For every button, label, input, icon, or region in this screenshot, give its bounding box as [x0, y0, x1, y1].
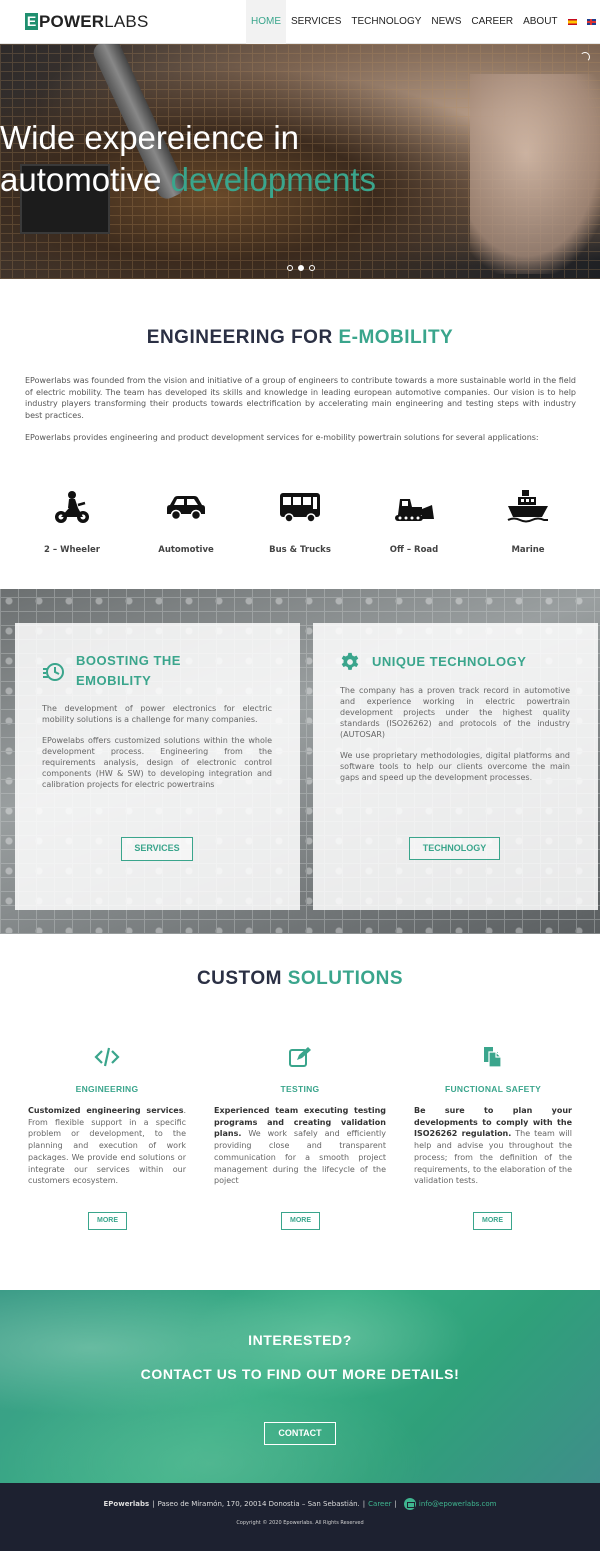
hero-hand-image — [470, 74, 600, 274]
logo-mark: E — [25, 13, 38, 30]
more-button-engineering[interactable]: MORE — [88, 1212, 127, 1230]
bus-icon — [280, 493, 320, 523]
solution-heading: TESTING — [280, 1084, 320, 1094]
solution-engineering: ENGINEERING Customized engineering servi… — [28, 1046, 186, 1187]
logo-text-light: LABS — [104, 12, 149, 31]
features-section: BOOSTING THE EMOBILITY The development o… — [0, 589, 600, 934]
application-off-road: Off – Road — [357, 487, 471, 555]
footer-email-link[interactable]: info@epowerlabs.com — [419, 1500, 497, 1508]
nav-home[interactable]: HOME — [246, 0, 286, 44]
application-label: Off – Road — [389, 545, 439, 555]
solution-heading: FUNCTIONAL SAFETY — [444, 1084, 542, 1094]
contact-band — [0, 1290, 600, 1483]
solution-functional-safety: FUNCTIONAL SAFETY Be sure to plan your d… — [414, 1046, 572, 1187]
application-label: 2 – Wheeler — [44, 545, 100, 555]
contact-button[interactable]: CONTACT — [264, 1422, 336, 1445]
footer-address: Paseo de Miramón, 170, 20014 Donostia – … — [157, 1500, 360, 1508]
slider-dot-3[interactable] — [309, 265, 315, 271]
footer-career-link[interactable]: Career — [368, 1500, 391, 1508]
hero-title-accent: developments — [170, 161, 377, 198]
application-label: Bus & Trucks — [269, 545, 331, 555]
engineering-paragraph-2: EPowerlabs provides engineering and prod… — [25, 433, 539, 442]
gear-icon — [341, 652, 359, 670]
application-2-wheeler: 2 – Wheeler — [15, 487, 129, 555]
ship-icon — [507, 490, 548, 523]
site-footer: EPowerlabs | Paseo de Miramón, 170, 2001… — [0, 1483, 600, 1551]
feature-title: BOOSTING THE EMOBILITY — [76, 653, 181, 688]
feature-text: The company has a proven track record in… — [340, 686, 570, 782]
feature-box-technology: UNIQUE TECHNOLOGY The company has a prov… — [313, 623, 598, 910]
hero-title-line1: Wide expereience in — [0, 119, 299, 156]
nav-news[interactable]: NEWS — [426, 0, 466, 44]
keyboard-hands-background — [0, 1290, 600, 1483]
feature-text: The development of power electronics for… — [42, 704, 272, 789]
documents-icon — [484, 1047, 502, 1068]
contact-headline-1: INTERESTED? — [248, 1332, 352, 1348]
solution-text: Be sure to plan your developments to com… — [414, 1106, 572, 1186]
slider-dot-1[interactable] — [287, 265, 293, 271]
site-header: E POWERLABS HOME SERVICES TECHNOLOGY NEW… — [0, 0, 600, 44]
contact-headline-2: CONTACT US TO FIND OUT MORE DETAILS! — [140, 1366, 460, 1382]
application-automotive: Automotive — [129, 487, 243, 555]
solution-heading: ENGINEERING — [75, 1084, 139, 1094]
logo-text-bold: POWER — [39, 12, 105, 31]
engineering-title: ENGINEERING FOR E-MOBILITY — [146, 327, 454, 348]
technology-button[interactable]: TECHNOLOGY — [409, 837, 500, 860]
slider-dot-2[interactable] — [298, 265, 304, 271]
history-clock-icon — [43, 663, 64, 681]
code-icon — [94, 1047, 120, 1067]
copyright: Copyright © 2020 Epowerlabs. All Rights … — [236, 1520, 364, 1526]
more-button-functional-safety[interactable]: MORE — [473, 1212, 512, 1230]
main-nav: HOME SERVICES TECHNOLOGY NEWS CAREER ABO… — [246, 0, 600, 44]
slider-loader-icon — [580, 52, 590, 62]
car-icon — [167, 496, 205, 521]
nav-technology[interactable]: TECHNOLOGY — [346, 0, 426, 44]
solution-testing: TESTING Experienced team executing testi… — [214, 1046, 386, 1187]
footer-info: EPowerlabs | Paseo de Miramón, 170, 2001… — [103, 1498, 497, 1510]
feature-title: UNIQUE TECHNOLOGY — [372, 654, 527, 669]
services-button[interactable]: SERVICES — [121, 837, 193, 861]
feature-box-boosting: BOOSTING THE EMOBILITY The development o… — [15, 623, 300, 910]
nav-services[interactable]: SERVICES — [286, 0, 346, 44]
more-button-testing[interactable]: MORE — [281, 1212, 320, 1230]
nav-about[interactable]: ABOUT — [518, 0, 562, 44]
application-label: Automotive — [158, 545, 214, 555]
edit-icon — [289, 1047, 311, 1067]
applications-row: 2 – Wheeler Automotive Bus & Trucks Off … — [15, 487, 585, 555]
engineering-paragraph-1: EPowerlabs was founded from the vision a… — [25, 376, 576, 420]
solution-text: Experienced team executing testing progr… — [214, 1106, 386, 1186]
application-marine: Marine — [471, 487, 585, 555]
solution-text: Customized engineering services. From fl… — [28, 1106, 186, 1186]
hero-title-line2: automotive — [0, 161, 171, 198]
motorcycle-icon — [55, 491, 89, 523]
logo[interactable]: E POWERLABS — [25, 13, 149, 30]
spanish-flag-icon[interactable] — [567, 19, 577, 25]
application-bus-trucks: Bus & Trucks — [243, 487, 357, 555]
footer-company: EPowerlabs — [103, 1500, 150, 1508]
application-label: Marine — [511, 545, 545, 555]
slider-dots — [287, 265, 320, 271]
custom-solutions-title: CUSTOM SOLUTIONS — [196, 968, 404, 989]
nav-career[interactable]: CAREER — [466, 0, 518, 44]
hero-slider: Wide expereience in automotive developme… — [0, 44, 600, 279]
bulldozer-icon — [395, 499, 434, 521]
hero-title: Wide expereience in automotive developme… — [0, 117, 376, 201]
mail-icon — [403, 1498, 416, 1510]
english-flag-icon[interactable] — [586, 19, 596, 25]
